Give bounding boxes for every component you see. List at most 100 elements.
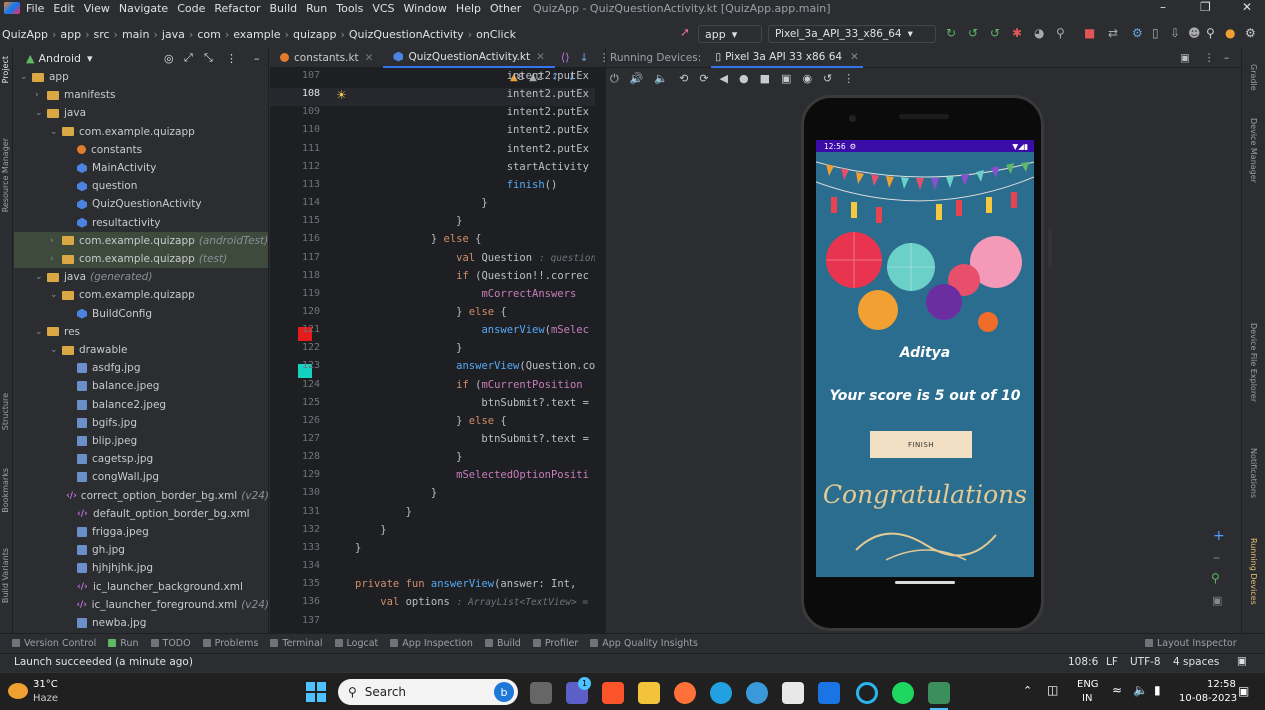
todo-tab[interactable]: TODO [150,638,191,649]
code-line[interactable]: } [355,215,462,227]
code-line[interactable]: val options [355,596,450,608]
breadcrumb-module[interactable]: app [60,28,81,41]
zoom-in-icon[interactable]: + [1213,528,1225,544]
tab-quizquestionactivity[interactable]: QuizQuestionActivity.kt ✕ [383,48,555,68]
menu-other[interactable]: Other [490,2,521,15]
zoom-out-icon[interactable]: – [1213,550,1220,566]
line-number[interactable]: 108 [270,88,320,99]
breadcrumb-java[interactable]: java [162,28,185,41]
code-line[interactable]: btnSubmit?.text = [355,433,588,445]
problems-tab[interactable]: Problems [202,638,258,649]
chevron-down-icon[interactable]: ⌄ [50,290,62,300]
panel-hide-icon[interactable]: – [1224,52,1229,64]
code-line[interactable]: } [355,542,361,554]
snapshot-icon[interactable]: ↺ [823,72,832,86]
tree-item[interactable]: hjhjhjhk.jpg [14,559,268,577]
volume-up-icon[interactable]: 🔊 [630,72,644,86]
menu-run[interactable]: Run [306,2,327,15]
search-everywhere-icon[interactable]: ⚲ [1206,26,1215,40]
tree-item[interactable]: asdfg.jpg [14,359,268,377]
hide-icon[interactable]: – [254,52,260,65]
structure-label[interactable]: Structure [1,393,10,430]
panel-options-icon[interactable]: ⋮ [1204,52,1215,64]
line-number[interactable]: 112 [270,161,320,172]
line-number[interactable]: 136 [270,596,320,607]
breadcrumb-main[interactable]: main [122,28,149,41]
breadcrumb-method[interactable]: onClick [476,28,516,41]
tab-constants[interactable]: constants.kt ✕ [270,48,383,68]
line-number[interactable]: 121 [270,324,320,335]
breadcrumb-example[interactable]: example [233,28,280,41]
line-number[interactable]: 119 [270,288,320,299]
tree-item[interactable]: cagetsp.jpg [14,450,268,468]
menu-vcs[interactable]: VCS [372,2,394,15]
breadcrumb-src[interactable]: src [93,28,109,41]
language-region[interactable]: IN [1082,693,1092,704]
code-line[interactable]: } else { [355,306,507,318]
code-line[interactable]: } [355,197,487,209]
task-view-icon[interactable] [530,682,552,704]
apply-code-icon[interactable]: ↺ [968,26,978,40]
file-encoding[interactable]: UTF-8 [1130,656,1161,668]
code-line[interactable]: intent2.putEx [355,106,589,118]
menu-refactor[interactable]: Refactor [214,2,260,15]
code-line[interactable]: intent2.putEx [355,124,589,136]
wifi-icon[interactable]: ≈ [1112,683,1122,697]
tree-item[interactable]: balance.jpeg [14,377,268,395]
tree-item[interactable]: newba.jpg [14,614,268,632]
chevron-down-icon[interactable]: ⌄ [20,72,32,82]
debug-icon[interactable]: ✱ [1012,26,1022,40]
tree-item[interactable]: ⌄ com.example.quizapp [14,123,268,141]
line-number[interactable]: 133 [270,542,320,553]
code-line[interactable]: } [355,451,462,463]
alexa-icon[interactable] [856,682,878,704]
apply-changes-icon[interactable]: ↻ [946,26,956,40]
menu-code[interactable]: Code [177,2,205,15]
device-manager-label[interactable]: Device Manager [1249,118,1258,183]
attach-icon[interactable]: ⚲ [1056,26,1065,40]
taskbar-time[interactable]: 12:58 [1207,679,1236,690]
line-number[interactable]: 117 [270,252,320,263]
menu-file[interactable]: File [26,2,44,15]
download-icon[interactable]: ↓ [580,51,589,64]
rerun-icon[interactable]: ↺ [990,26,1000,40]
minimize-icon[interactable]: – [1160,0,1166,14]
bookmarks-label[interactable]: Bookmarks [1,468,10,513]
speaker-icon[interactable]: 🔈 [1133,683,1148,697]
code-line[interactable]: } [355,487,437,499]
rotate-left-icon[interactable]: ⟲ [679,72,688,86]
code-line[interactable]: mSelectedOptionPositi [355,469,589,481]
line-number[interactable]: 115 [270,215,320,226]
indent-setting[interactable]: 4 spaces [1173,656,1219,668]
rotate-right-icon[interactable]: ⟳ [699,72,708,86]
menu-edit[interactable]: Edit [53,2,74,15]
line-number[interactable]: 107 [270,70,320,81]
taskbar-date[interactable]: 10-08-2023 [1179,693,1237,704]
windows-start-icon[interactable] [306,682,326,702]
code-line[interactable]: intent2.putEx [355,143,589,155]
breadcrumb-quizapp[interactable]: quizapp [293,28,337,41]
line-number[interactable]: 120 [270,306,320,317]
tree-item[interactable]: › manifests [14,86,268,104]
bing-icon[interactable]: b [494,682,514,702]
line-number[interactable]: 116 [270,233,320,244]
chevron-right-icon[interactable]: › [50,236,62,246]
tab-close-icon[interactable]: ✕ [850,51,859,63]
version-control-tab[interactable]: Version Control [12,638,96,649]
menu-build[interactable]: Build [270,2,298,15]
gesture-bar[interactable] [895,581,955,584]
tree-item[interactable]: constants [14,141,268,159]
spotify-icon[interactable] [892,682,914,704]
tree-item[interactable]: ⌄ java (generated) [14,268,268,286]
firefox-icon[interactable] [674,682,696,704]
line-number[interactable]: 118 [270,270,320,281]
code-line[interactable]: } [355,524,386,536]
finish-button[interactable]: FINISH [870,431,972,458]
code-line[interactable]: } [355,506,412,518]
code-line[interactable]: answerView(Question.co [355,360,595,372]
screenshot-icon[interactable]: ▣ [781,72,791,86]
profiler-tab[interactable]: Profiler [532,638,578,649]
tab-device[interactable]: ▯ Pixel 3a API 33 x86 64 ✕ [711,48,863,68]
code-line[interactable]: } [355,342,462,354]
breadcrumb-com[interactable]: com [197,28,221,41]
